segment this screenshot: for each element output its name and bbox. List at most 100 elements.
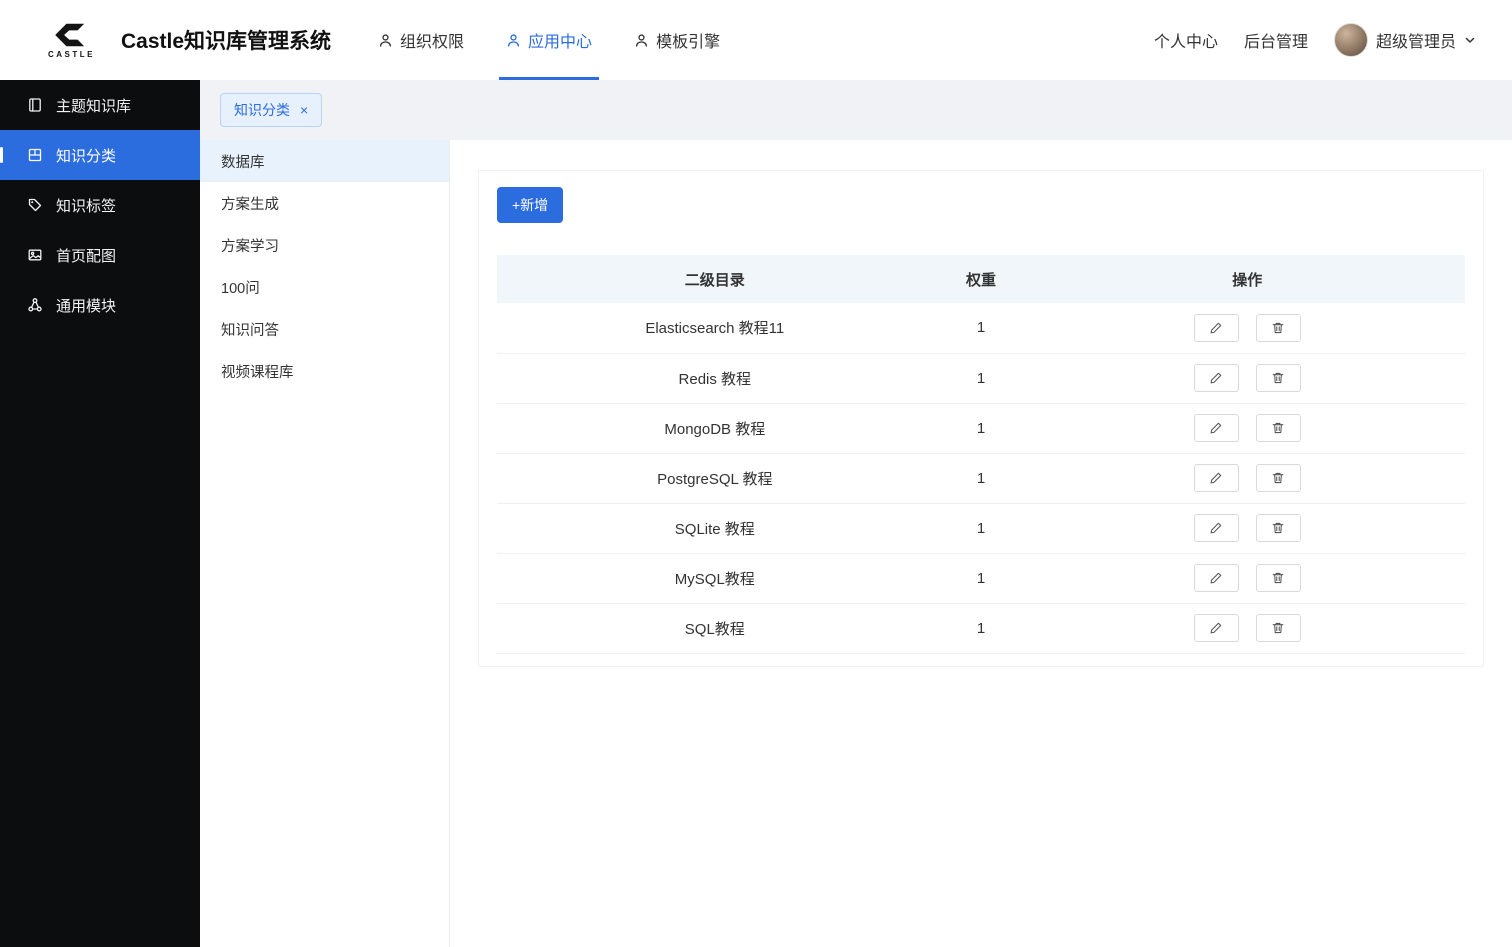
column-header-actions: 操作 [1029,255,1465,303]
sidebar-item-home-images[interactable]: 首页配图 [0,230,200,280]
backend-admin-link[interactable]: 后台管理 [1244,28,1308,52]
trash-icon [1272,572,1284,584]
logo-text: CASTLE [48,50,95,59]
trash-icon [1272,322,1284,333]
submenu-item-video-courses[interactable]: 视频课程库 [200,350,449,392]
category-icon [28,148,42,162]
person-icon [508,33,520,47]
pencil-icon [1210,572,1222,584]
app-window: CASTLE Castle知识库管理系统 组织权限 应用中心 模板引擎 个人中心… [0,0,1512,947]
tab-knowledge-category[interactable]: 知识分类 × [220,93,323,127]
edit-button[interactable] [1193,514,1239,542]
submenu: 数据库 方案生成 方案学习 100问 知识问答 视频课程库 [200,140,450,947]
sidebar: 主题知识库 知识分类 知识标签 首页配图 通用模块 [0,80,200,947]
submenu-item-100-questions[interactable]: 100问 [200,266,449,308]
nav-item-label: 应用中心 [528,34,593,51]
nav-item-app-center[interactable]: 应用中心 [485,0,613,80]
submenu-item-label: 方案生成 [221,196,279,213]
main-content: +新增 二级目录 权重 操作 Elasticsearch 教程11 1 Redi… [450,140,1512,947]
page-title: Castle知识库管理系统 [121,30,332,53]
row-weight: 1 [932,503,1030,554]
edit-button[interactable] [1193,364,1239,392]
delete-button[interactable] [1255,364,1301,392]
trash-icon [1272,422,1284,434]
table-row: MongoDB 教程 1 [497,403,1465,454]
sidebar-item-label: 知识标签 [56,197,117,215]
pencil-icon [1210,372,1222,384]
table-row: Redis 教程 1 [497,353,1465,404]
username: 超级管理员 [1375,34,1456,51]
row-weight: 1 [932,353,1030,404]
chevron-down-icon [1465,37,1475,43]
row-name: Elasticsearch 教程11 [497,303,933,354]
column-header-name: 二级目录 [497,255,933,303]
work-area: 知识分类 × 数据库 方案生成 方案学习 100问 知识问答 视频课程库 +新增… [200,80,1512,947]
delete-button[interactable] [1255,464,1301,492]
sidebar-item-knowledge-tags[interactable]: 知识标签 [0,180,200,230]
sidebar-item-common-modules[interactable]: 通用模块 [0,280,200,330]
table-card: +新增 二级目录 权重 操作 Elasticsearch 教程11 1 Redi… [478,170,1484,667]
edit-button[interactable] [1193,614,1239,642]
nav-item-template-engine[interactable]: 模板引擎 [613,0,741,80]
row-actions [1029,553,1465,604]
row-weight: 1 [932,603,1030,654]
tag-icon [28,198,42,212]
row-weight: 1 [932,553,1030,604]
submenu-item-label: 100问 [221,280,260,297]
edit-button[interactable] [1193,564,1239,592]
user-menu[interactable]: 超级管理员 [1333,23,1476,57]
submenu-item-database[interactable]: 数据库 [200,140,449,182]
castle-logo-icon [54,23,84,47]
delete-button[interactable] [1255,614,1301,642]
sidebar-item-label: 知识分类 [56,147,117,165]
delete-button[interactable] [1255,414,1301,442]
row-name: PostgreSQL 教程 [497,453,933,504]
edit-button[interactable] [1193,313,1239,342]
nav-item-label: 组织权限 [400,34,465,51]
close-icon[interactable]: × [300,103,308,117]
table-header-row: 二级目录 权重 操作 [497,255,1465,303]
row-actions [1029,503,1465,554]
sidebar-item-label: 首页配图 [56,247,117,265]
row-actions [1029,603,1465,654]
tab-label: 知识分类 [234,102,290,118]
delete-button[interactable] [1255,564,1301,592]
add-button[interactable]: +新增 [497,187,564,223]
row-name: SQLite 教程 [497,503,933,554]
edit-button[interactable] [1193,464,1239,492]
sidebar-item-theme-knowledge-base[interactable]: 主题知识库 [0,80,200,130]
table-row: MySQL教程 1 [497,553,1465,604]
pencil-icon [1210,322,1222,334]
row-actions [1029,453,1465,504]
sidebar-item-knowledge-category[interactable]: 知识分类 [0,130,200,180]
castle-logo: CASTLE [48,21,95,59]
row-name: SQL教程 [497,603,933,654]
main-layout: 主题知识库 知识分类 知识标签 首页配图 通用模块 知识分类 × 数据库 方案生… [0,80,1512,947]
image-icon [28,249,42,261]
avatar [1333,23,1368,57]
trash-icon [1272,622,1284,634]
nav-item-label: 模板引擎 [656,34,721,51]
top-bar: CASTLE Castle知识库管理系统 组织权限 应用中心 模板引擎 个人中心… [0,0,1512,80]
personal-center-link[interactable]: 个人中心 [1154,28,1218,52]
row-actions [1029,353,1465,404]
person-icon [636,33,648,47]
row-weight: 1 [932,303,1030,354]
submenu-item-knowledge-qa[interactable]: 知识问答 [200,308,449,350]
row-actions [1029,303,1465,354]
row-name: Redis 教程 [497,353,933,404]
top-nav: 组织权限 应用中心 模板引擎 [357,0,741,80]
submenu-item-plan-generation[interactable]: 方案生成 [200,182,449,224]
submenu-item-plan-learning[interactable]: 方案学习 [200,224,449,266]
category-table: 二级目录 权重 操作 Elasticsearch 教程11 1 Redis 教程… [497,255,1465,654]
book-icon [29,98,41,112]
nav-item-org-permissions[interactable]: 组织权限 [357,0,485,80]
trash-icon [1272,522,1284,534]
delete-button[interactable] [1255,514,1301,542]
sidebar-item-label: 通用模块 [56,297,117,315]
top-right-area: 个人中心 后台管理 超级管理员 [1154,23,1476,57]
edit-button[interactable] [1193,414,1239,442]
person-icon [380,33,392,47]
delete-button[interactable] [1255,313,1301,342]
pencil-icon [1210,422,1222,434]
